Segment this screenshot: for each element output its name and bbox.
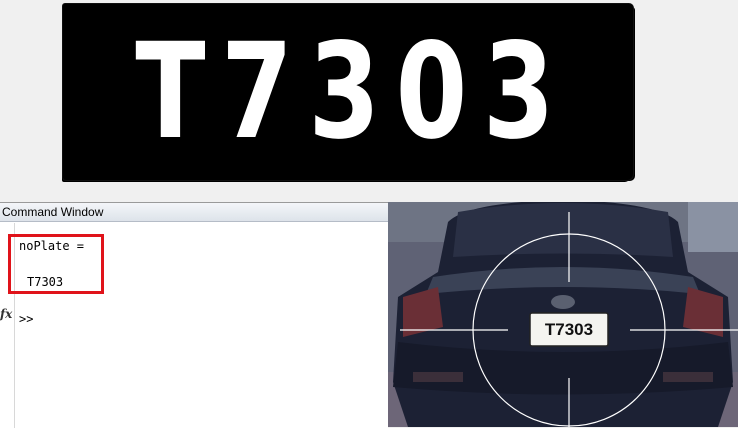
binarized-plate-image: T7303	[63, 4, 633, 180]
command-prompt[interactable]: >>	[19, 312, 33, 326]
binarized-plate-text: T7303	[135, 15, 571, 169]
command-window-title: Command Window	[0, 203, 388, 222]
binarized-plate-figure: T7303	[0, 0, 738, 200]
function-browser-icon[interactable]: fx	[0, 307, 12, 321]
car-photo: T7303	[388, 202, 738, 427]
output-variable-line: noPlate =	[19, 239, 85, 253]
license-plate-text: T7303	[545, 320, 593, 339]
car-illustration: T7303	[388, 202, 738, 427]
output-value-line: T7303	[27, 275, 64, 289]
